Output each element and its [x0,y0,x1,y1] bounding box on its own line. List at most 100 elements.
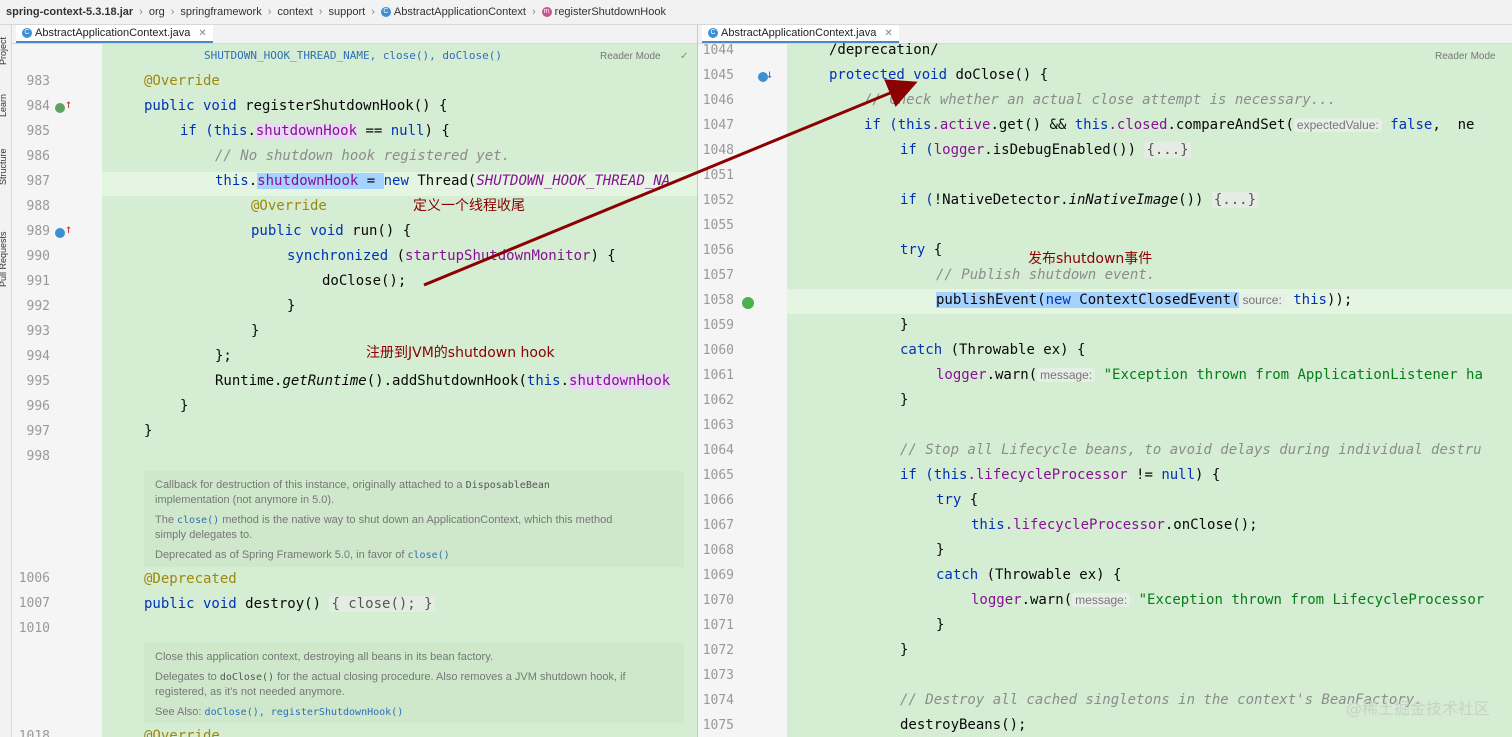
field-ref: shutdownHook [257,173,359,189]
up-arrow-icon[interactable]: ↑ [65,97,72,111]
breadcrumb-context[interactable]: context [277,6,312,18]
keyword: if ( [900,192,934,208]
breadcrumb-org[interactable]: org [149,6,165,18]
code-line-992: } [287,298,296,314]
folded-code[interactable]: { close(); } [329,596,435,612]
close-icon[interactable]: ✕ [884,28,892,39]
up-arrow-icon[interactable]: ↑ [65,222,72,236]
keyword: public void [144,98,237,114]
field-ref: .lifecycleProcessor [967,467,1128,483]
method-ref: inNativeImage [1068,192,1179,208]
event-listener-icon[interactable] [742,297,754,309]
line-number: 1056 [702,243,734,258]
check-icon: ✓ [680,51,689,62]
code-text: = [358,173,384,189]
override-icon[interactable] [55,228,65,238]
tool-window-learn[interactable]: Learn [0,94,8,117]
class-icon: C [22,28,32,38]
line-number: 983 [26,74,50,89]
breadcrumb-class[interactable]: C AbstractApplicationContext [380,6,526,18]
parameter-hint: message: [1072,593,1131,607]
breadcrumb-jar[interactable]: spring-context-5.3.18.jar [6,6,133,18]
keyword: if ( [900,467,934,483]
right-reader-mode-button[interactable]: Reader Mode [1435,51,1496,62]
field-ref: logger [971,592,1022,608]
code-line-984: public void registerShutdownHook() { [144,98,447,114]
breadcrumb-support[interactable]: support [329,6,366,18]
code-text: { [925,242,943,258]
line-number: 989 [26,224,50,239]
keyword: protected void [829,67,948,83]
down-arrow-icon[interactable]: ↓ [766,67,773,81]
keyword: catch [936,567,979,583]
doc-link[interactable]: close() [408,550,450,561]
code-line-1018: @Override [144,728,220,737]
doc-link[interactable]: close() [177,515,219,526]
breadcrumb-method-label: registerShutdownHook [554,6,666,18]
class-icon: C [380,7,391,17]
code-line-1072: } [900,642,909,658]
code-text: . [560,373,570,389]
code-text: .onClose(); [1164,517,1258,533]
line-number: 984 [26,99,50,114]
code-text: .isDebugEnabled()) [984,142,1145,158]
code-text: ( [388,248,406,264]
tool-window-project[interactable]: Project [0,37,8,65]
line-number: 1074 [702,693,734,708]
line-number: 1046 [702,93,734,108]
line-number: 1058 [702,293,734,308]
code-line-1062: } [900,392,909,408]
doc-paragraph: Delegates to doClose() for the actual cl… [155,670,675,685]
folded-code[interactable]: {...} [1144,142,1191,158]
keyword: false [1381,117,1433,133]
tool-window-structure[interactable]: Structure [0,148,8,185]
code-text: run() { [343,223,412,239]
line-number: 1060 [702,343,734,358]
code-text: .warn( [1021,592,1073,608]
keyword: this [213,123,248,139]
doc-link[interactable]: doClose(), registerShutdownHook() [205,707,404,718]
keyword: try [936,492,962,508]
doc-paragraph: Deprecated as of Spring Framework 5.0, i… [155,548,675,563]
line-number: 1057 [702,268,734,283]
line-number: 995 [26,374,50,389]
line-number: 988 [26,199,50,214]
keyword: synchronized [287,248,389,264]
code-text: ) { [590,248,616,264]
left-editor-tab[interactable]: C AbstractApplicationContext.java ✕ [16,25,213,43]
right-editor-tab[interactable]: C AbstractApplicationContext.java ✕ [702,25,899,43]
method-ref: getRuntime [282,373,367,389]
line-number: 1070 [702,593,734,608]
parameter-hint: message: [1037,368,1096,382]
folded-code[interactable]: {...} [1211,192,1259,208]
code-line-1074: // Destroy all cached singletons in the … [900,692,1423,708]
left-reader-mode-button[interactable]: Reader Mode [600,51,661,62]
code-line-1066: try { [936,492,978,508]
implements-icon[interactable] [55,103,65,113]
code-line-1056: try { [900,242,942,258]
line-number: 1045 [702,68,734,83]
code-line-1064: // Stop all Lifecycle beans, to avoid de… [900,442,1482,458]
line-number: 1010 [18,621,50,636]
code-line-1057: // Publish shutdown event. [936,267,1156,283]
line-number: 997 [26,424,50,439]
doc-paragraph: See Also: doClose(), registerShutdownHoo… [155,705,675,720]
doc-code: doClose() [219,672,275,683]
code-line-1071: } [936,617,945,633]
line-number: 986 [26,149,50,164]
line-number: 1064 [702,443,734,458]
code-line-994: }; [215,348,232,364]
tool-window-pull-requests[interactable]: Pull Requests [0,231,8,287]
code-text: ) { [424,123,450,139]
line-number: 1062 [702,393,734,408]
breadcrumb-method[interactable]: m registerShutdownHook [541,6,666,18]
close-icon[interactable]: ✕ [198,28,206,39]
right-tab-bar: C AbstractApplicationContext.java ✕ [698,25,1512,44]
method-icon: m [541,7,552,17]
line-number: 1006 [18,571,50,586]
breadcrumb-springframework[interactable]: springframework [180,6,261,18]
line-number: 1075 [702,718,734,733]
code-line-993: } [251,323,260,339]
breadcrumb-class-label: AbstractApplicationContext [393,6,526,18]
field-ref: logger [933,142,985,158]
